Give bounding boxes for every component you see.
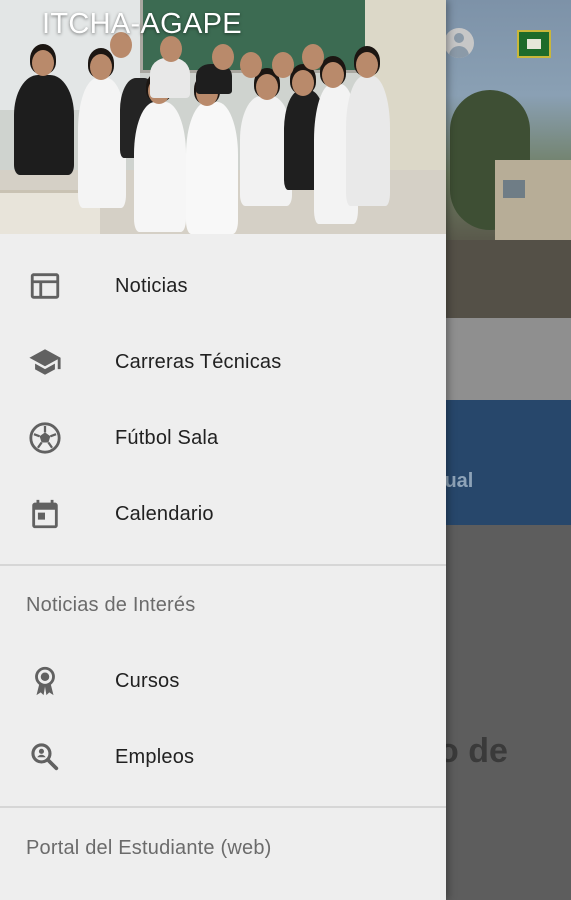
award-icon [28, 664, 62, 698]
nav-item-carreras-tecnicas[interactable]: Carreras Técnicas [0, 324, 446, 400]
nav-label: Cursos [115, 669, 180, 692]
nav-item-noticias[interactable]: Noticias [0, 248, 446, 324]
portal-link[interactable]: Portal del Estudiante (web) [26, 837, 272, 860]
drawer-divider [0, 564, 446, 566]
drawer-header-photo: ITCHA-AGAPE [0, 0, 446, 234]
nav-label: Noticias [115, 274, 188, 297]
nav-item-empleos[interactable]: Empleos [0, 719, 446, 795]
soccer-ball-icon [28, 421, 62, 455]
nav-label: Calendario [115, 502, 214, 525]
news-icon [28, 269, 62, 303]
school-logo-icon [517, 30, 551, 58]
calendar-icon [28, 497, 62, 531]
nav-item-cursos[interactable]: Cursos [0, 643, 446, 719]
app-title: ITCHA-AGAPE [42, 8, 242, 40]
drawer-divider [0, 806, 446, 808]
search-person-icon [28, 740, 62, 774]
background-content-text: o de [438, 732, 508, 770]
account-icon[interactable] [444, 28, 474, 58]
nav-item-calendario[interactable]: Calendario [0, 476, 446, 552]
school-icon [28, 345, 62, 379]
nav-label: Carreras Técnicas [115, 350, 282, 373]
nav-item-futbol-sala[interactable]: Fútbol Sala [0, 400, 446, 476]
nav-label: Fútbol Sala [115, 426, 219, 449]
navigation-drawer: ITCHA-AGAPE Noticias Carreras Técnicas F… [0, 0, 446, 900]
nav-label: Empleos [115, 745, 195, 768]
section-title: Noticias de Interés [26, 594, 196, 616]
